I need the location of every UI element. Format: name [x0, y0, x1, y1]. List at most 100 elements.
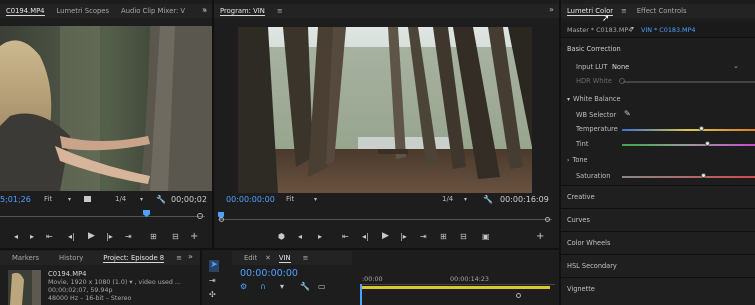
insert-icon[interactable]: ⊞	[150, 232, 157, 241]
clip-info-duration: 00;00;02;07, 59.94p	[48, 287, 113, 294]
program-fit-dropdown[interactable]: Fit	[286, 195, 294, 203]
section-curves[interactable]: Curves	[561, 208, 755, 231]
chevron-down-icon[interactable]: ▾	[464, 196, 467, 203]
step-back-icon[interactable]: ⇤	[46, 232, 53, 241]
snap-icon[interactable]: ⚙	[240, 282, 247, 291]
mark-in-icon[interactable]: ◂	[14, 232, 18, 241]
hamburger-icon[interactable]: ≡	[170, 251, 188, 265]
close-icon[interactable]: ✕	[263, 251, 273, 265]
step-forward-icon[interactable]: ⇥	[125, 232, 132, 241]
panel-overflow-icon[interactable]: »	[202, 5, 207, 14]
timeline-panel-header: Edit ✕ VIN ≡	[232, 251, 352, 265]
source-resolution-dropdown[interactable]: 1/4	[115, 195, 126, 203]
section-hsl-secondary[interactable]: HSL Secondary	[561, 254, 755, 277]
overwrite-icon[interactable]: ⊟	[172, 232, 179, 241]
tab-audio-clip-mixer[interactable]: Audio Clip Mixer: V	[115, 4, 191, 18]
program-timecode-in[interactable]: 00:00:00:00	[226, 195, 275, 204]
mark-in-icon[interactable]: ◂	[298, 232, 302, 241]
input-lut-dropdown[interactable]: None	[612, 63, 629, 71]
source-video-frame	[0, 26, 212, 191]
ruler-label-mid: 00:00:14:23	[450, 275, 489, 283]
add-button-icon[interactable]: +	[190, 231, 198, 242]
wrench-icon[interactable]: 🔧	[156, 195, 166, 204]
tab-lumetri-scopes[interactable]: Lumetri Scopes	[51, 4, 116, 18]
wrench-icon[interactable]: 🔧	[483, 195, 493, 204]
selection-tool-icon[interactable]: ➤	[209, 260, 219, 272]
saturation-slider[interactable]	[622, 176, 755, 178]
tab-source-clip[interactable]: C0194.MP4	[0, 4, 51, 18]
white-balance-header[interactable]: ▾ White Balance	[567, 95, 621, 103]
tab-project[interactable]: Project: Episode 8	[89, 251, 170, 265]
hamburger-icon[interactable]: ≡	[271, 4, 289, 18]
section-color-wheels[interactable]: Color Wheels	[561, 231, 755, 254]
marker-icon[interactable]: ⬢	[278, 232, 285, 241]
chevron-down-icon[interactable]: ▾	[314, 196, 317, 203]
clip-selector-row: Master * C0183.MP4 ▾ VIN * C0183.MP4	[561, 22, 755, 38]
chevron-right-icon[interactable]: ›	[567, 157, 569, 164]
project-panel-header: Markers History Project: Episode 8 ≡	[0, 251, 200, 265]
add-marker-icon[interactable]: ▾	[280, 282, 284, 291]
chevron-down-icon[interactable]: ⌄	[733, 62, 739, 70]
timeline-ruler[interactable]: :00:00 00:00:14:23	[360, 264, 555, 305]
program-scrubber[interactable]	[218, 209, 552, 223]
mark-out-icon[interactable]: ▸	[30, 232, 34, 241]
extract-icon[interactable]: ⊟	[460, 232, 467, 241]
linked-selection-icon[interactable]: ∩	[260, 282, 266, 291]
tab-effect-controls[interactable]: Effect Controls	[629, 4, 693, 18]
safe-margins-icon[interactable]	[84, 196, 91, 202]
source-timecode-duration: 00;00;02	[171, 194, 207, 204]
program-resolution-dropdown[interactable]: 1/4	[442, 195, 453, 203]
panel-overflow-icon[interactable]: »	[188, 252, 193, 261]
source-info-row: 5;01;26 Fit ▾ 1/4 ▾ 🔧 00;00;02	[0, 193, 212, 205]
section-creative[interactable]: Creative	[561, 185, 755, 208]
master-clip-selector[interactable]: Master * C0183.MP4	[567, 26, 632, 34]
temperature-slider[interactable]	[622, 129, 755, 131]
track-select-icon[interactable]: ⇥	[209, 276, 216, 285]
clip-thumbnail[interactable]	[8, 270, 41, 305]
tab-history[interactable]: History	[45, 251, 89, 265]
wrench-icon[interactable]: 🔧	[300, 282, 310, 291]
chevron-down-icon[interactable]: ▾	[68, 196, 71, 203]
captions-icon[interactable]: ▭	[318, 282, 326, 291]
ripple-edit-icon[interactable]: ✣	[209, 290, 216, 299]
tab-program[interactable]: Program: VIN	[214, 4, 271, 18]
next-frame-icon[interactable]: |▸	[106, 232, 113, 241]
add-button-icon[interactable]: +	[536, 231, 544, 242]
source-fit-dropdown[interactable]: Fit	[44, 195, 52, 203]
tint-label: Tint	[576, 140, 589, 148]
play-icon[interactable]: ▶	[88, 231, 95, 241]
sequence-clip-selector[interactable]: VIN * C0183.MP4	[641, 26, 696, 34]
next-frame-icon[interactable]: |▸	[400, 232, 407, 241]
chevron-down-icon[interactable]: ▾	[140, 196, 143, 203]
lift-icon[interactable]: ⊞	[440, 232, 447, 241]
timeline-timecode[interactable]: 00:00:00:00	[240, 268, 298, 279]
mark-out-icon[interactable]: ▸	[318, 232, 322, 241]
prev-frame-icon[interactable]: ◂|	[68, 232, 75, 241]
prev-frame-icon[interactable]: ◂|	[362, 232, 369, 241]
panel-overflow-icon[interactable]: »	[549, 5, 554, 14]
playhead-icon[interactable]	[360, 284, 362, 305]
eyedropper-icon[interactable]: ✎	[624, 109, 631, 118]
tab-edit[interactable]: Edit	[232, 251, 263, 265]
temperature-slider-knob[interactable]	[698, 126, 704, 131]
step-back-icon[interactable]: ⇤	[342, 232, 349, 241]
tab-markers[interactable]: Markers	[0, 251, 45, 265]
hamburger-icon[interactable]: ≡	[619, 4, 629, 18]
step-forward-icon[interactable]: ⇥	[420, 232, 427, 241]
section-vignette[interactable]: Vignette	[561, 277, 755, 305]
export-frame-icon[interactable]: ▣	[482, 232, 490, 241]
tab-vin[interactable]: VIN	[273, 251, 297, 265]
chevron-down-icon[interactable]: ▾	[631, 25, 634, 32]
play-icon[interactable]: ▶	[382, 231, 389, 241]
chevron-down-icon[interactable]: ▾	[567, 96, 570, 103]
input-lut-label: Input LUT	[576, 63, 608, 71]
tone-header[interactable]: › Tone	[567, 156, 588, 164]
program-video-frame	[238, 27, 532, 193]
source-transport-controls: ◂ ▸ ⇤ ◂| ▶ |▸ ⇥ ⊞ ⊟ +	[0, 230, 212, 242]
source-timecode-in[interactable]: 5;01;26	[0, 195, 31, 204]
section-basic-correction[interactable]: Basic Correction	[567, 45, 621, 53]
tint-slider[interactable]	[622, 144, 755, 146]
source-scrubber[interactable]	[0, 209, 205, 221]
tab-lumetri-color[interactable]: Lumetri Color	[561, 4, 619, 18]
hamburger-icon[interactable]: ≡	[297, 251, 315, 265]
